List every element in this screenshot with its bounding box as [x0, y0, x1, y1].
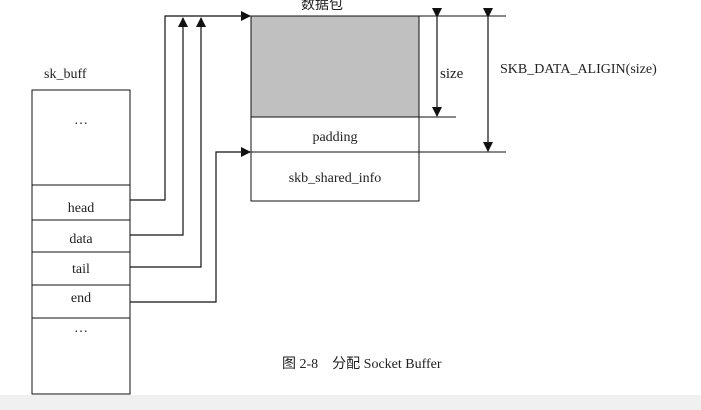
- sk-buff-title: sk_buff: [44, 67, 87, 82]
- data-pointer-arrow: [130, 17, 188, 236]
- padding-label: padding: [312, 130, 357, 145]
- bottom-strip: [0, 395, 701, 410]
- packet-data-area: [250, 15, 420, 118]
- figure-caption: 图 2-8 分配 Socket Buffer: [282, 356, 442, 372]
- sk-buff-field-tail: tail: [72, 262, 90, 277]
- sk-buff-field-data: data: [69, 232, 93, 247]
- packet-title: 数据包: [301, 0, 343, 13]
- end-pointer-arrow: [130, 147, 251, 303]
- skb-shared-info-label: skb_shared_info: [289, 171, 382, 186]
- sk-buff-field-end: end: [71, 291, 91, 306]
- aligned-size-label: SKB_DATA_ALIGIN(size): [500, 62, 657, 77]
- sk-buff-ellipsis-top: …: [74, 113, 88, 128]
- head-pointer-arrow: [130, 11, 251, 201]
- size-label: size: [440, 66, 464, 82]
- socket-buffer-diagram: sk_buff … head data tail end … 数据包 paddi…: [31, 0, 657, 395]
- sk-buff-ellipsis-bottom: …: [74, 321, 88, 336]
- sk-buff-field-head: head: [68, 201, 94, 216]
